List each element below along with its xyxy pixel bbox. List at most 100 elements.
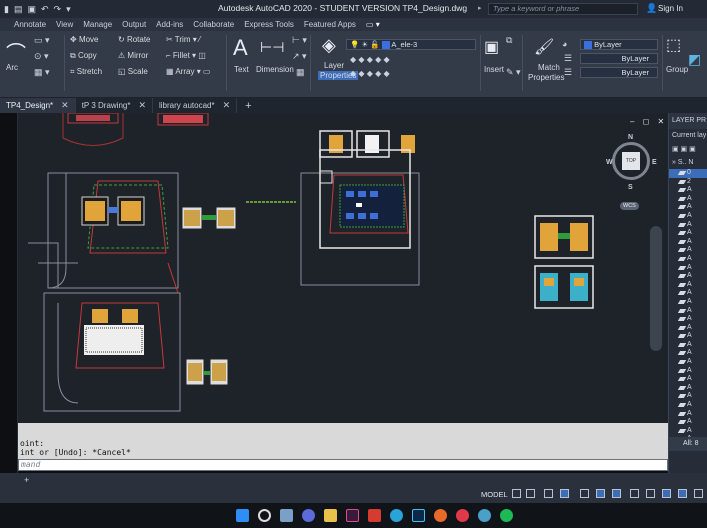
block-edit-icon[interactable]: ✎ ▾ <box>506 67 521 78</box>
doctab-tp3-drawing[interactable]: tP 3 Drawing* ✕ <box>76 98 153 113</box>
copy-button[interactable]: ⧉ Copy <box>70 51 97 61</box>
insert-label[interactable]: Insert <box>484 65 504 74</box>
tab-featured-apps[interactable]: Featured Apps <box>304 20 356 29</box>
help-search-input[interactable]: Type a keyword or phrase <box>488 3 638 15</box>
customize-status-icon[interactable] <box>694 489 703 498</box>
hatch-icon[interactable]: ▦ ▾ <box>34 67 50 78</box>
settings-icon[interactable] <box>478 509 491 522</box>
compass-east[interactable]: E <box>652 159 657 166</box>
search-expand-icon[interactable]: ▸ <box>478 4 482 12</box>
arc-icon[interactable]: ⌒ <box>6 37 26 66</box>
search-icon[interactable] <box>258 509 271 522</box>
navigation-bar[interactable] <box>650 226 662 351</box>
move-button[interactable]: ✥ Move <box>70 35 99 44</box>
ortho-icon[interactable] <box>544 489 553 498</box>
layer-row[interactable]: A <box>669 212 707 221</box>
layer-row[interactable]: A <box>669 358 707 367</box>
array-button[interactable]: ▦ Array ▾ ▭ <box>166 67 211 76</box>
layer-row[interactable]: A <box>669 238 707 247</box>
trim-button[interactable]: ✂ Trim ▾ ⁄ <box>166 35 200 44</box>
workspace-icon[interactable] <box>678 489 687 498</box>
viewcube[interactable]: TOP N S W E WCS <box>606 132 657 210</box>
table-icon[interactable]: ▦ <box>296 67 305 78</box>
redo-icon[interactable]: ↷ <box>54 4 62 15</box>
match-properties-label-2[interactable]: Properties <box>528 73 564 82</box>
file-explorer-icon[interactable] <box>324 509 337 522</box>
layer-row[interactable]: A <box>669 427 707 436</box>
layer-row[interactable]: A <box>669 264 707 273</box>
autocad-icon[interactable] <box>368 509 381 522</box>
layer-row[interactable]: A <box>669 332 707 341</box>
fillet-button[interactable]: ⌐ Fillet ▾ ◫ <box>166 51 206 60</box>
dimension-icon[interactable]: ⊢⊣ <box>260 39 284 56</box>
layer-properties-label-1[interactable]: Layer <box>324 61 344 70</box>
linetype-dropdown[interactable]: ByLayer <box>580 67 658 78</box>
save-icon[interactable]: ▣ <box>27 4 36 15</box>
multileader-icon[interactable]: ↗ ▾ <box>292 51 307 62</box>
layer-row[interactable]: A <box>669 195 707 204</box>
add-layout-plus-icon[interactable]: + <box>24 475 29 485</box>
annotation-scale-icon[interactable] <box>662 489 671 498</box>
snap-icon[interactable] <box>526 489 535 498</box>
spotify-icon[interactable] <box>500 509 513 522</box>
viewcube-top-face[interactable]: TOP <box>622 152 640 170</box>
compass-north[interactable]: N <box>628 134 633 141</box>
teams-chat-icon[interactable] <box>302 509 315 522</box>
tab-express-tools[interactable]: Express Tools <box>244 20 294 29</box>
new-tab-plus-icon[interactable]: + <box>237 100 251 112</box>
layer-row[interactable]: 2 <box>669 178 707 187</box>
drawing-canvas[interactable] <box>18 113 668 423</box>
layer-tools-icons[interactable]: ▣ ▣ ▣ <box>669 142 707 156</box>
layer-row[interactable]: A <box>669 221 707 230</box>
layer-row[interactable]: A <box>669 349 707 358</box>
layer-row[interactable]: A <box>669 272 707 281</box>
transparency-icon[interactable] <box>646 489 655 498</box>
layer-row[interactable]: A <box>669 375 707 384</box>
layer-row[interactable]: A <box>669 401 707 410</box>
tab-add-ins[interactable]: Add-ins <box>156 20 183 29</box>
ellipse-icon[interactable]: ⊙ ▾ <box>34 51 49 62</box>
user-icon[interactable]: 👤 <box>646 3 657 14</box>
doctab-tp4-design[interactable]: TP4_Design* ✕ <box>0 98 76 113</box>
layer-row[interactable]: A <box>669 307 707 316</box>
compass-west[interactable]: W <box>606 159 613 166</box>
tab-annotate[interactable]: Annotate <box>14 20 46 29</box>
layer-row[interactable]: A <box>669 229 707 238</box>
isodraft-icon[interactable] <box>580 489 589 498</box>
layer-filter-all[interactable]: All: 8 <box>669 437 707 451</box>
layer-row[interactable]: A <box>669 289 707 298</box>
layer-row[interactable]: A <box>669 418 707 427</box>
polar-icon[interactable] <box>560 489 569 498</box>
color-dropdown[interactable]: ByLayer <box>580 39 658 50</box>
rotate-button[interactable]: ↻ Rotate <box>118 35 151 44</box>
layer-row[interactable]: A <box>669 255 707 264</box>
viewport-window-controls[interactable]: – ◻ ✕ <box>630 117 667 126</box>
layer-row[interactable]: A <box>669 410 707 419</box>
insert-block-icon[interactable]: ▣ <box>484 37 499 57</box>
layer-tools-row2-icon[interactable]: ◆ ◆ ◆ ◆ ◆ <box>350 69 390 78</box>
app-menu-icon[interactable]: ▮ <box>4 4 9 15</box>
indesign-icon[interactable] <box>346 509 359 522</box>
arc-label[interactable]: Arc <box>6 63 18 72</box>
object-snap-tracking-icon[interactable] <box>596 489 605 498</box>
photoshop-icon[interactable] <box>412 509 425 522</box>
layer-row[interactable]: A <box>669 281 707 290</box>
layer-properties-icon[interactable]: ◈ <box>322 35 336 56</box>
linetype-icon[interactable]: ☰ <box>564 67 572 78</box>
base-view-icon[interactable]: ◩ <box>688 51 701 68</box>
lineweight-dropdown[interactable]: ByLayer <box>580 53 658 64</box>
ribbon-toggle-icon[interactable]: ▭ ▾ <box>366 20 380 29</box>
open-file-icon[interactable]: ▤ <box>14 4 23 15</box>
compass-south[interactable]: S <box>628 184 633 191</box>
sign-in-link[interactable]: Sign In <box>658 4 683 13</box>
task-view-icon[interactable] <box>280 509 293 522</box>
layer-row[interactable]: A <box>669 392 707 401</box>
scale-button[interactable]: ◱ Scale <box>118 67 148 76</box>
windows-start-icon[interactable] <box>236 509 249 522</box>
layer-row[interactable]: A <box>669 341 707 350</box>
close-icon[interactable]: ✕ <box>223 100 231 111</box>
tab-output[interactable]: Output <box>122 20 146 29</box>
close-icon[interactable]: ✕ <box>61 100 69 111</box>
close-icon[interactable]: ✕ <box>138 100 146 111</box>
layer-tools-row1-icon[interactable]: ◆ ◆ ◆ ◆ ◆ <box>350 55 390 64</box>
